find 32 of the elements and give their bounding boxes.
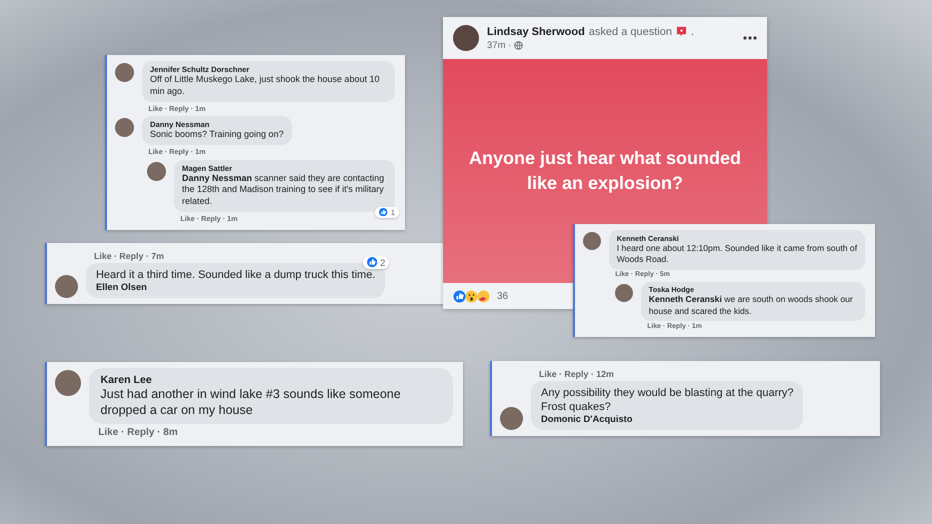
comment-actions[interactable]: Like · Reply · 12m — [539, 369, 614, 380]
avatar — [500, 406, 524, 430]
comment-text: Danny Nessman scanner said they are contacting the 128th and Madison training to see if it's military related. — [182, 172, 386, 208]
comment-text: Just had another in wind lake #3 sounds like someone dropped a car on my house — [100, 386, 402, 418]
more-icon[interactable] — [743, 36, 757, 40]
comment-text: Off of Little Muskego Lake, just shook the house about 10 min ago. — [150, 74, 380, 98]
avatar — [147, 162, 166, 181]
comment-actions[interactable]: Like · Reply · 7m — [94, 251, 164, 262]
globe-icon — [514, 40, 524, 50]
avatar — [115, 63, 134, 82]
avatar — [115, 118, 134, 138]
post-time: 37m · — [487, 40, 512, 50]
comment-text: Any possibility they would be blasting at the quarry? Frost quakes? — [540, 386, 794, 414]
reaction-count: 36 — [497, 290, 508, 302]
avatar — [615, 284, 634, 302]
reaction-count: 2 — [380, 258, 386, 268]
comment-actions[interactable]: Like · Reply · 8m — [98, 426, 178, 438]
post-action: asked a question — [588, 26, 672, 38]
avatar — [453, 25, 479, 51]
avatar — [583, 232, 602, 250]
comment-text: Sonic booms? Training going on? — [150, 129, 284, 141]
avatar — [55, 274, 78, 298]
avatar — [55, 370, 82, 396]
post-author[interactable]: Lindsay Sherwood — [487, 26, 585, 38]
comment-text: Kenneth Ceranski we are south on woods shook our house and scared the kids. — [648, 294, 854, 317]
reaction-icons — [453, 290, 491, 302]
punctuation: . — [690, 26, 694, 38]
question-icon — [676, 26, 687, 37]
commenter-name: Karen Lee — [100, 374, 153, 386]
commenter-name: Ellen Olsen — [96, 282, 148, 292]
commenter-name: Domonic D'Acquisto — [540, 414, 634, 424]
comment-text: Heard it a third time. Sounded like a dump truck this time. — [96, 268, 376, 282]
